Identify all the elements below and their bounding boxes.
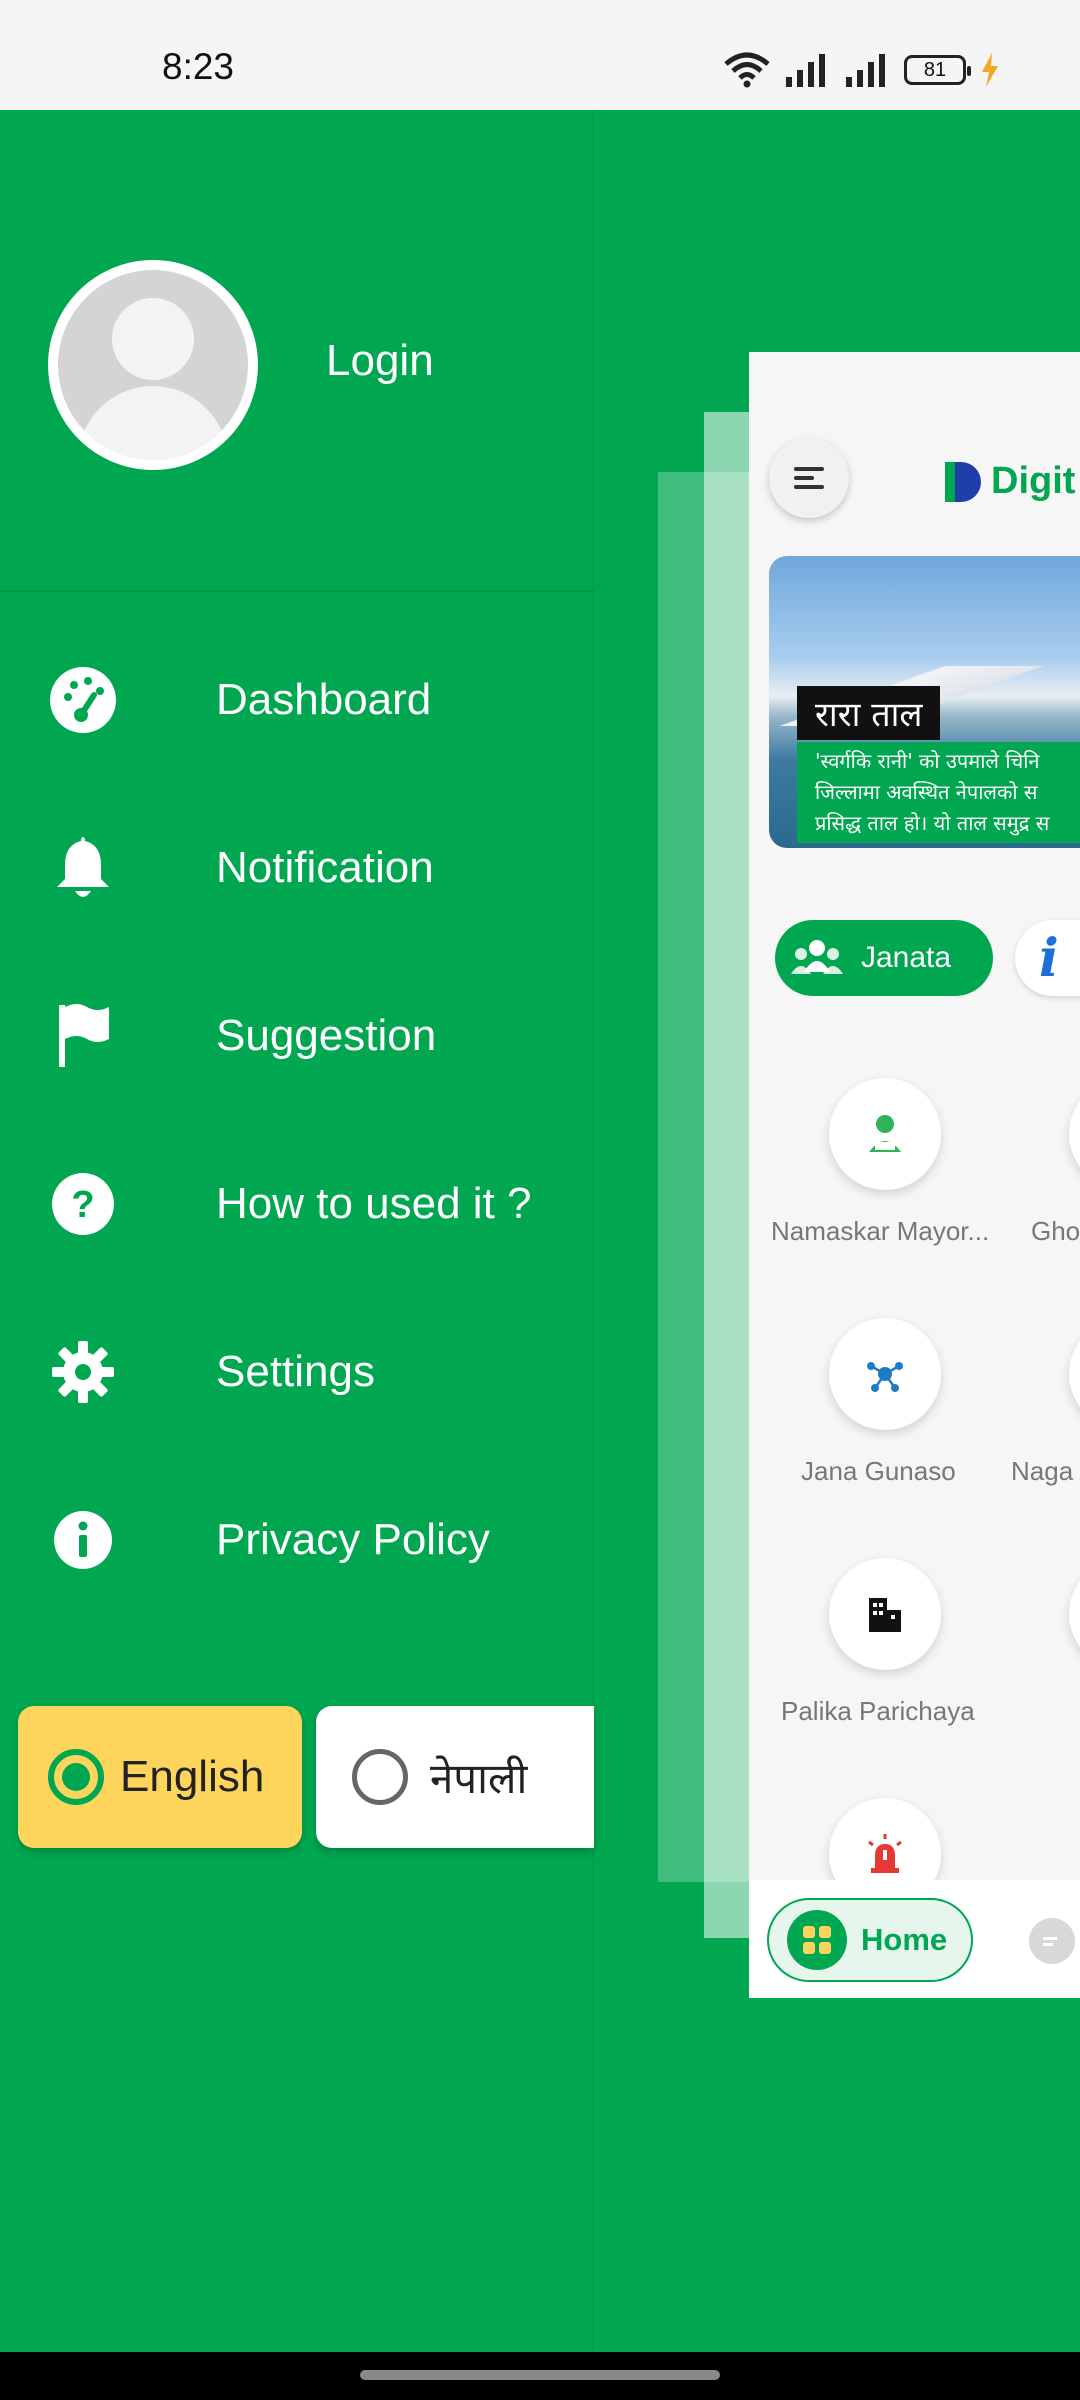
menu-item-how-to-use[interactable]: ? How to used it ?	[0, 1144, 594, 1264]
logo-mark	[945, 461, 981, 502]
namaskar-mayor-button[interactable]	[829, 1078, 941, 1190]
divider	[0, 590, 594, 592]
banner-line: जिल्लामा अवस्थित नेपालको स	[815, 780, 1038, 804]
people-icon	[791, 940, 843, 974]
banner-line: प्रसिद्ध ताल हो। यो ताल समुद्र स	[815, 811, 1050, 835]
navigation-drawer: Login Dashboard Notification Suggestion …	[0, 110, 594, 2352]
banner-text: 'स्वर्गकि रानी' को उपमाले चिनि जिल्लामा …	[797, 742, 1080, 843]
language-english-label: English	[120, 1752, 265, 1801]
menu-label: Settings	[216, 1347, 375, 1396]
nav-home-label: Home	[861, 1922, 948, 1957]
banner-title: रारा ताल	[797, 686, 941, 740]
janata-chip[interactable]: Janata	[775, 920, 993, 996]
signal-icon	[846, 54, 885, 87]
chat-icon[interactable]	[1029, 1918, 1075, 1964]
language-nepali-option[interactable]: नेपाली	[316, 1706, 594, 1848]
bottom-nav: Home	[749, 1880, 1080, 1998]
menu-item-dashboard[interactable]: Dashboard	[0, 640, 594, 760]
service-label: Jana Gunaso	[801, 1456, 956, 1486]
info-icon: i	[1039, 927, 1059, 989]
battery-icon: 81	[904, 55, 971, 85]
menu-icon	[794, 467, 824, 489]
info-chip[interactable]: i	[1015, 920, 1080, 996]
menu-item-notification[interactable]: Notification	[0, 808, 594, 928]
app-preview[interactable]: Digit रारा ताल 'स्वर्गकि रानी' को उपमाले…	[749, 352, 1080, 1998]
status-bar: 8:23 81	[0, 0, 1080, 110]
network-icon	[867, 1362, 903, 1392]
svg-text:?: ?	[71, 1184, 94, 1226]
service-label: Gho	[1031, 1216, 1080, 1246]
menu-item-suggestion[interactable]: Suggestion	[0, 976, 594, 1096]
service-button[interactable]	[1069, 1318, 1080, 1430]
radio-selected-icon	[48, 1749, 104, 1805]
login-link[interactable]: Login	[326, 336, 434, 386]
service-label: Namaskar Mayor...	[771, 1216, 990, 1246]
mayor-icon	[869, 1115, 901, 1152]
language-nepali-label: नेपाली	[430, 1753, 528, 1803]
help-icon: ?	[48, 1169, 118, 1239]
battery-level: 81	[923, 58, 947, 81]
menu-label: How to used it ?	[216, 1179, 532, 1228]
status-icons: 81	[724, 50, 1000, 90]
app-logo: Digit	[945, 460, 1075, 503]
home-grid-icon	[787, 1910, 847, 1970]
service-label: Naga	[1011, 1456, 1074, 1486]
menu-button[interactable]	[769, 438, 849, 518]
janata-label: Janata	[861, 941, 952, 974]
menu-item-privacy-policy[interactable]: Privacy Policy	[0, 1480, 594, 1600]
language-english-option[interactable]: English	[18, 1706, 302, 1848]
avatar[interactable]	[48, 260, 258, 470]
gear-icon	[48, 1337, 118, 1407]
charging-icon	[982, 53, 998, 87]
alarm-icon	[868, 1834, 902, 1873]
service-button[interactable]	[1069, 1558, 1080, 1670]
home-handle[interactable]	[360, 2370, 720, 2380]
building-icon	[869, 1598, 901, 1632]
dashboard-icon	[48, 665, 118, 735]
banner-line: 'स्वर्गकि रानी' को उपमाले चिनि	[815, 749, 1040, 773]
menu-label: Suggestion	[216, 1011, 437, 1060]
bell-icon	[48, 833, 118, 903]
service-label: Palika Parichaya	[781, 1696, 975, 1726]
service-button[interactable]	[1069, 1078, 1080, 1190]
menu-item-settings[interactable]: Settings	[0, 1312, 594, 1432]
status-time: 8:23	[162, 46, 235, 87]
radio-unselected-icon	[352, 1749, 408, 1805]
menu-label: Dashboard	[216, 675, 432, 724]
nav-home[interactable]: Home	[767, 1898, 973, 1982]
palika-parichaya-button[interactable]	[829, 1558, 941, 1670]
jana-gunaso-button[interactable]	[829, 1318, 941, 1430]
logo-text: Digit	[991, 460, 1076, 502]
menu-label: Privacy Policy	[216, 1515, 490, 1564]
flag-icon	[48, 1001, 118, 1071]
wifi-icon	[724, 52, 770, 88]
user-placeholder-icon	[58, 270, 248, 460]
gesture-bar	[0, 2352, 1080, 2400]
signal-icon	[786, 54, 825, 87]
banner-carousel[interactable]: रारा ताल 'स्वर्गकि रानी' को उपमाले चिनि …	[769, 556, 1080, 848]
menu-label: Notification	[216, 843, 434, 892]
info-icon	[48, 1505, 118, 1575]
